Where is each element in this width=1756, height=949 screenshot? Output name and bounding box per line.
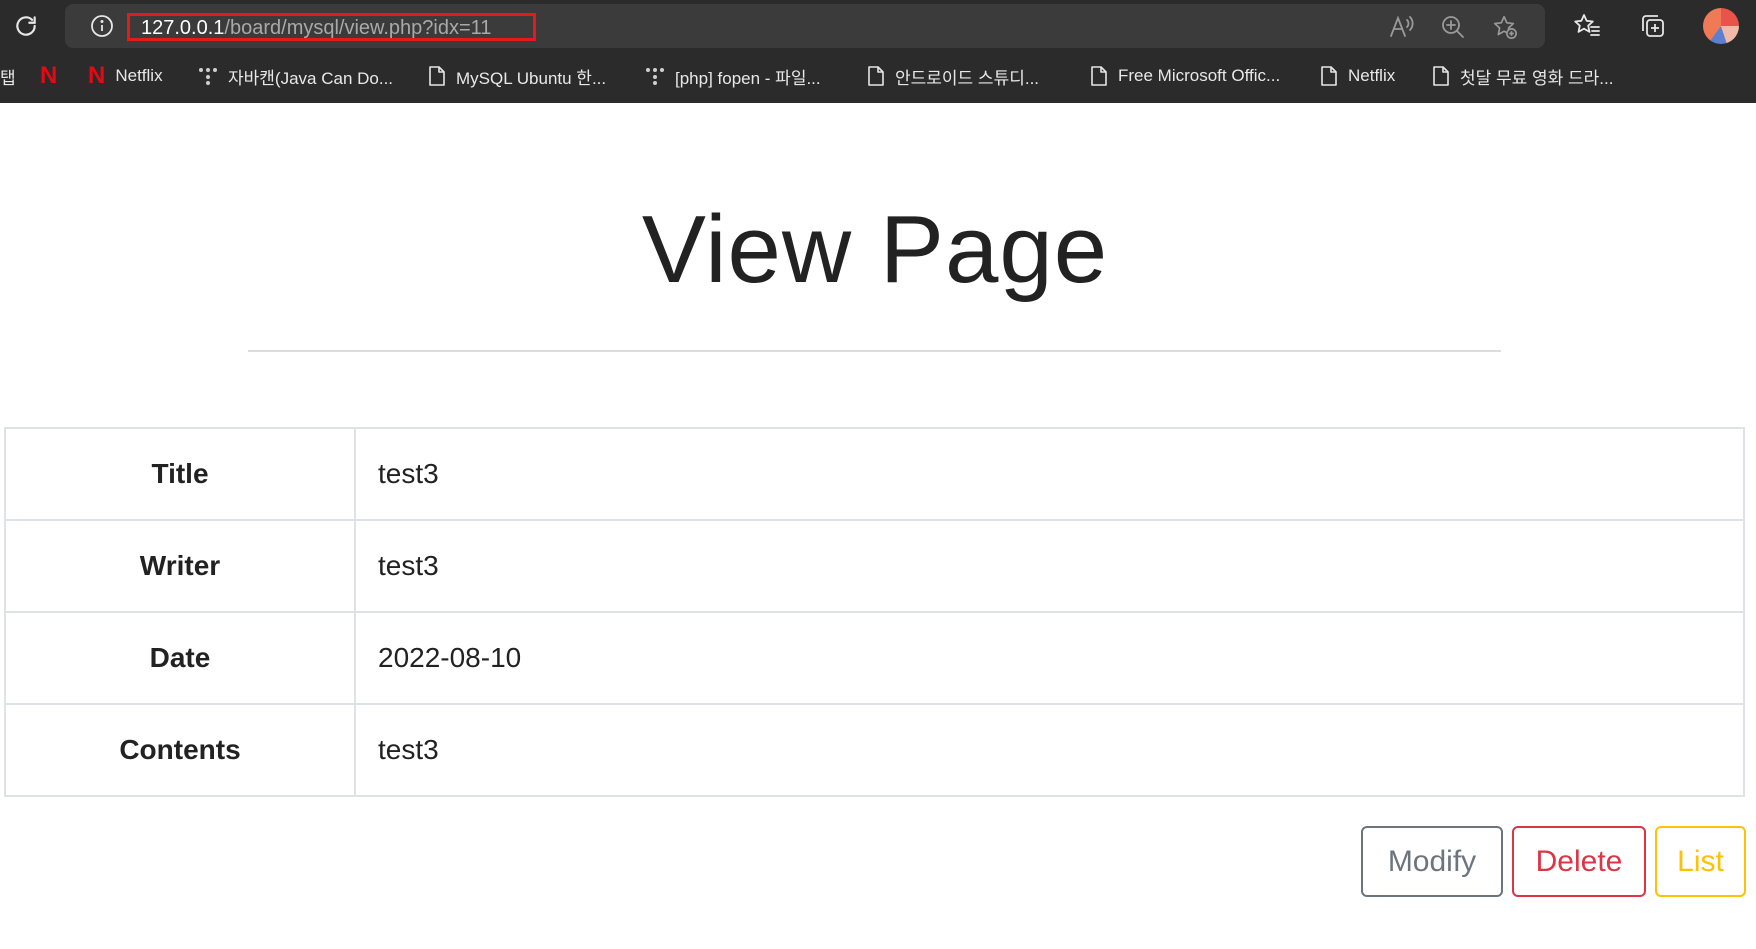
list-button[interactable]: List — [1655, 826, 1746, 897]
bookmark-item[interactable]: N — [40, 62, 57, 90]
bookmark-item[interactable]: 자바캔(Java Can Do... — [198, 62, 393, 90]
bookmark-item[interactable]: 첫달 무료 영화 드라... — [1432, 62, 1613, 90]
bookmark-item[interactable]: [php] fopen - 파일... — [645, 62, 821, 90]
bookmark-label: [php] fopen - 파일... — [675, 68, 821, 88]
row-value: 2022-08-10 — [354, 611, 1745, 705]
modify-button[interactable]: Modify — [1361, 826, 1503, 897]
table-row: Contents test3 — [4, 703, 1745, 797]
bookmark-item[interactable]: 안드로이드 스튜디... — [867, 62, 1039, 90]
row-label: Title — [4, 427, 356, 521]
page-icon — [429, 66, 445, 86]
info-icon[interactable] — [90, 14, 114, 38]
row-label: Writer — [4, 519, 356, 613]
bookmark-item[interactable]: 탭 — [0, 62, 16, 90]
bookmark-label: Free Microsoft Offic... — [1118, 66, 1281, 85]
read-aloud-icon[interactable] — [1388, 14, 1414, 40]
bookmark-label: 안드로이드 스튜디... — [895, 68, 1040, 88]
record-table: Title test3 Writer test3 Date 2022-08-10… — [4, 427, 1745, 797]
page-icon — [868, 66, 884, 86]
bookmark-item-netflix[interactable]: Netflix — [1320, 62, 1395, 90]
bookmark-item[interactable]: Free Microsoft Offic... — [1090, 62, 1280, 90]
profile-avatar[interactable] — [1703, 8, 1739, 44]
zoom-icon[interactable] — [1440, 14, 1466, 40]
table-row: Title test3 — [4, 427, 1745, 521]
netflix-icon: N — [88, 62, 106, 89]
dots-icon — [646, 68, 664, 85]
page-icon — [1091, 66, 1107, 86]
dots-icon — [199, 68, 217, 85]
url-text[interactable]: 127.0.0.1/board/mysql/view.php?idx=11 — [141, 16, 491, 40]
bookmark-label: 자바캔(Java Can Do... — [228, 68, 394, 88]
page-icon — [1321, 66, 1337, 86]
bookmark-label: 탭 — [0, 68, 16, 88]
url-host: 127.0.0.1 — [141, 17, 225, 39]
collections-icon[interactable] — [1637, 10, 1669, 42]
page-icon — [1433, 66, 1449, 86]
add-favorite-icon[interactable] — [1492, 14, 1518, 40]
row-label: Contents — [4, 703, 356, 797]
row-value: test3 — [354, 519, 1745, 613]
bookmark-label: Netflix — [115, 66, 163, 85]
row-value: test3 — [354, 427, 1745, 521]
bookmark-item[interactable]: MySQL Ubuntu 한... — [428, 62, 606, 90]
row-label: Date — [4, 611, 356, 705]
delete-button[interactable]: Delete — [1512, 826, 1646, 897]
favorites-icon[interactable] — [1571, 10, 1603, 42]
browser-chrome: 127.0.0.1/board/mysql/view.php?idx=11 탭 … — [0, 0, 1756, 103]
bookmark-label: Netflix — [1348, 66, 1396, 85]
table-row: Date 2022-08-10 — [4, 611, 1745, 705]
url-path: /board/mysql/view.php?idx=11 — [224, 17, 492, 39]
table-row: Writer test3 — [4, 519, 1745, 613]
page-title: View Page — [641, 196, 1109, 303]
bookmark-label: 첫달 무료 영화 드라... — [1460, 68, 1614, 88]
title-divider — [248, 350, 1501, 352]
bookmark-item-netflix[interactable]: N Netflix — [88, 62, 163, 90]
reload-icon[interactable] — [10, 10, 42, 42]
bookmark-label: MySQL Ubuntu 한... — [456, 68, 607, 88]
address-bar[interactable]: 127.0.0.1/board/mysql/view.php?idx=11 — [65, 4, 1545, 48]
netflix-icon: N — [40, 62, 58, 89]
bookmarks-bar: 탭 N N Netflix 자바캔(Java Can Do... MySQL U… — [0, 52, 1756, 100]
row-value: test3 — [354, 703, 1745, 797]
